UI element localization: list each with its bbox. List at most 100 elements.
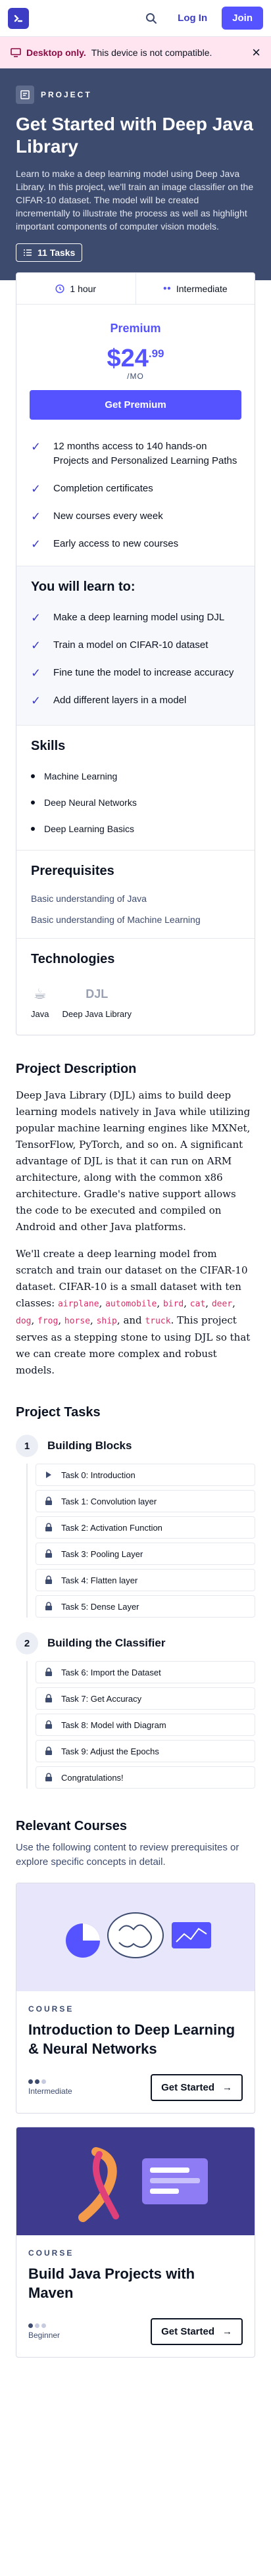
tech-name: Deep Java Library	[62, 1009, 132, 1019]
course-illustration	[16, 1883, 255, 1991]
task-label: Task 5: Dense Layer	[61, 1601, 139, 1612]
learn-text: Make a deep learning model using DJL	[53, 612, 225, 623]
tech-name: Java	[31, 1009, 49, 1019]
course-card[interactable]: COURSE Introduction to Deep Learning & N…	[16, 1883, 255, 2114]
task-list: Task 0: Introduction Task 1: Convolution…	[26, 1464, 255, 1618]
task-item[interactable]: Congratulations!	[36, 1766, 255, 1789]
learn-text: Fine tune the model to increase accuracy	[53, 667, 234, 678]
skill-label: Deep Learning Basics	[44, 824, 134, 834]
class-name: cat	[189, 1299, 206, 1309]
level-dots-icon	[28, 2323, 60, 2328]
skills-section: Skills Machine Learning Deep Neural Netw…	[16, 725, 255, 850]
duration-label: 1 hour	[70, 283, 97, 294]
tech-djl: DJL Deep Java Library	[62, 983, 132, 1020]
task-label: Task 9: Adjust the Epochs	[61, 1746, 159, 1756]
class-name: bird	[162, 1299, 184, 1309]
arrow-right-icon: →	[222, 2326, 232, 2337]
lock-icon	[44, 1497, 53, 1506]
class-name: horse	[64, 1316, 91, 1326]
lock-icon	[44, 1694, 53, 1703]
java-logo-icon: ☕	[33, 985, 47, 1002]
learn-section: You will learn to: ✓ Make a deep learning…	[16, 566, 255, 725]
lock-icon	[44, 1773, 53, 1782]
module-title: Building Blocks	[47, 1439, 132, 1452]
task-item[interactable]: Task 4: Flatten layer	[36, 1569, 255, 1591]
technologies-title: Technologies	[31, 952, 115, 966]
skill-label: Deep Neural Networks	[44, 797, 137, 808]
clock-icon	[55, 284, 64, 293]
class-name: frog	[37, 1316, 59, 1326]
learn-title: You will learn to:	[31, 580, 136, 594]
check-icon: ✓	[31, 510, 41, 523]
task-item[interactable]: Task 0: Introduction	[36, 1464, 255, 1486]
project-icon	[16, 86, 34, 104]
get-premium-button[interactable]: Get Premium	[30, 390, 241, 420]
class-name: airplane	[57, 1299, 99, 1309]
purchase-card: 1 hour ●● Intermediate Premium $24.99 /M…	[16, 272, 255, 1035]
feature-text: Early access to new courses	[53, 538, 179, 549]
learn-text: Add different layers in a model	[53, 695, 187, 706]
educative-logo-icon[interactable]	[8, 7, 29, 29]
alert-text: This device is not compatible.	[91, 47, 212, 58]
skill-label: Machine Learning	[44, 771, 118, 781]
check-icon: ✓	[31, 694, 41, 707]
get-started-label: Get Started	[161, 2082, 214, 2093]
learn-text: Train a model on CIFAR-10 dataset	[53, 639, 209, 651]
lock-icon	[44, 1523, 53, 1532]
bullet-icon	[31, 801, 35, 805]
and-word: and	[123, 1314, 142, 1326]
task-label: Task 1: Convolution layer	[61, 1496, 157, 1506]
prerequisite-item: Basic understanding of Machine Learning	[31, 914, 201, 925]
class-name: automobile	[105, 1299, 157, 1309]
price-period: /MO	[127, 372, 144, 381]
price-cents: .99	[148, 347, 164, 360]
lock-icon	[44, 1746, 53, 1756]
relevant-courses: Relevant Courses Use the following conte…	[0, 1793, 271, 2358]
get-started-button[interactable]: Get Started →	[151, 2318, 243, 2345]
plan-name: Premium	[110, 322, 161, 335]
task-item[interactable]: Task 3: Pooling Layer	[36, 1543, 255, 1565]
skill-item[interactable]: Deep Learning Basics	[16, 816, 255, 842]
play-icon	[44, 1470, 53, 1479]
task-label: Task 4: Flatten layer	[61, 1575, 138, 1585]
skill-item[interactable]: Machine Learning	[16, 763, 255, 789]
task-item[interactable]: Task 6: Import the Dataset	[36, 1661, 255, 1683]
feature-text: Completion certificates	[53, 483, 153, 494]
task-item[interactable]: Task 7: Get Accuracy	[36, 1687, 255, 1710]
task-item[interactable]: Task 2: Activation Function	[36, 1516, 255, 1539]
task-item[interactable]: Task 1: Convolution layer	[36, 1490, 255, 1512]
djl-logo-icon: DJL	[86, 987, 109, 1001]
hero-description: Learn to make a deep learning model usin…	[16, 168, 254, 232]
close-icon[interactable]: ×	[252, 44, 260, 61]
task-list: Task 6: Import the Dataset Task 7: Get A…	[26, 1661, 255, 1789]
level-dots-icon: ●●	[162, 285, 171, 292]
skills-title: Skills	[31, 739, 66, 753]
navbar: Log In Join	[0, 0, 271, 37]
course-label: COURSE	[28, 2248, 74, 2258]
tech-java: ☕ Java	[31, 983, 49, 1019]
learn-item: ✓ Fine tune the model to increase accurac…	[16, 659, 255, 687]
lock-icon	[44, 1668, 53, 1677]
task-item[interactable]: Task 5: Dense Layer	[36, 1595, 255, 1618]
task-label: Task 2: Activation Function	[61, 1522, 162, 1533]
skill-item[interactable]: Deep Neural Networks	[16, 789, 255, 816]
feature-text: New courses every week	[53, 510, 163, 522]
check-icon: ✓	[31, 440, 41, 453]
check-icon: ✓	[31, 666, 41, 680]
class-name: deer	[211, 1299, 233, 1309]
lock-icon	[44, 1549, 53, 1558]
task-item[interactable]: Task 8: Model with Diagram	[36, 1714, 255, 1736]
task-item[interactable]: Task 9: Adjust the Epochs	[36, 1740, 255, 1762]
bullet-icon	[31, 774, 35, 778]
feature-item: ✓ Completion certificates	[16, 475, 255, 503]
course-card[interactable]: COURSE Build Java Projects with Maven Be…	[16, 2127, 255, 2358]
get-started-button[interactable]: Get Started →	[151, 2074, 243, 2101]
project-tag: PROJECT	[16, 86, 255, 104]
join-button[interactable]: Join	[222, 7, 263, 30]
course-level: Beginner	[28, 2323, 60, 2340]
page-title: Get Started with Deep Java Library	[16, 114, 254, 157]
module-number: 2	[16, 1632, 38, 1654]
bullet-icon	[31, 827, 35, 831]
search-icon[interactable]	[139, 7, 163, 30]
login-button[interactable]: Log In	[170, 7, 215, 29]
